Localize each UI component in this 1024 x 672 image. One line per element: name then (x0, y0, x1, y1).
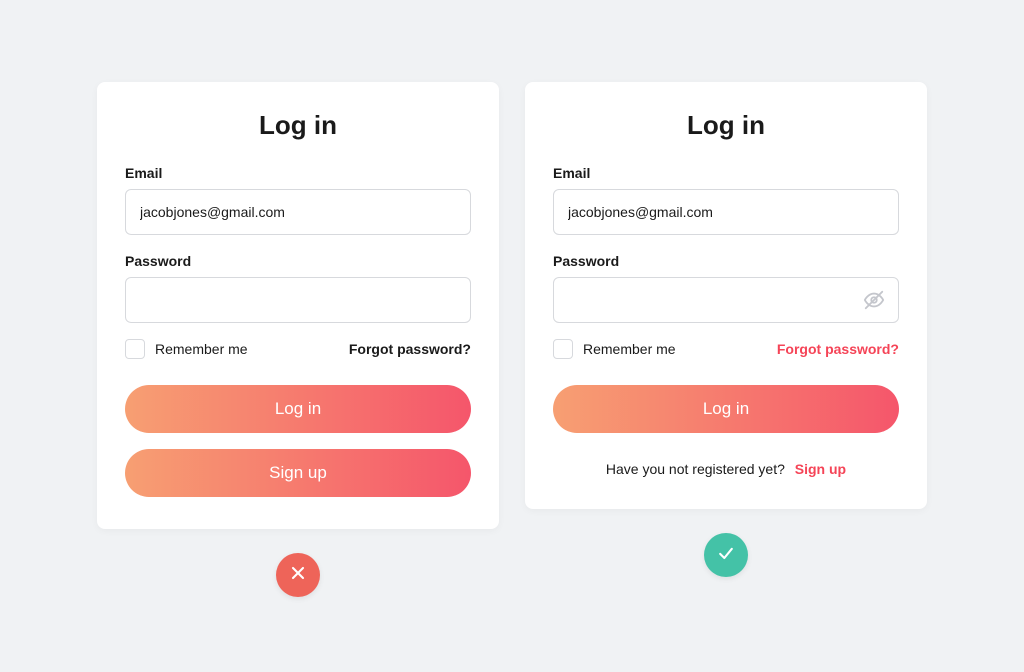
password-input[interactable] (553, 277, 899, 323)
eye-off-icon[interactable] (863, 289, 885, 311)
remember-me-group: Remember me (553, 339, 676, 359)
forgot-password-link[interactable]: Forgot password? (777, 341, 899, 357)
email-input[interactable] (553, 189, 899, 235)
signup-link[interactable]: Sign up (795, 461, 846, 477)
good-badge (704, 533, 748, 577)
password-input[interactable] (125, 277, 471, 323)
remember-label: Remember me (155, 341, 248, 357)
bad-example-wrap: Log in Email Password Remember me Forgot… (97, 82, 499, 672)
email-label: Email (553, 165, 899, 181)
forgot-password-link[interactable]: Forgot password? (349, 341, 471, 357)
login-button[interactable]: Log in (125, 385, 471, 433)
remember-checkbox[interactable] (553, 339, 573, 359)
signup-prompt-row: Have you not registered yet? Sign up (553, 461, 899, 477)
card-title: Log in (125, 110, 471, 141)
remember-label: Remember me (583, 341, 676, 357)
cross-icon (288, 563, 308, 588)
remember-me-group: Remember me (125, 339, 248, 359)
password-label: Password (125, 253, 471, 269)
login-card-bad: Log in Email Password Remember me Forgot… (97, 82, 499, 529)
email-field-group: Email (553, 165, 899, 235)
password-field-group: Password (125, 253, 471, 323)
card-title: Log in (553, 110, 899, 141)
signup-button[interactable]: Sign up (125, 449, 471, 497)
email-input[interactable] (125, 189, 471, 235)
login-button[interactable]: Log in (553, 385, 899, 433)
remember-checkbox[interactable] (125, 339, 145, 359)
password-field-group: Password (553, 253, 899, 323)
good-example-wrap: Log in Email Password (525, 82, 927, 672)
login-card-good: Log in Email Password (525, 82, 927, 509)
options-row: Remember me Forgot password? (125, 339, 471, 359)
email-label: Email (125, 165, 471, 181)
bad-badge (276, 553, 320, 597)
password-label: Password (553, 253, 899, 269)
options-row: Remember me Forgot password? (553, 339, 899, 359)
email-field-group: Email (125, 165, 471, 235)
signup-prompt-text: Have you not registered yet? (606, 461, 785, 477)
check-icon (716, 543, 736, 568)
